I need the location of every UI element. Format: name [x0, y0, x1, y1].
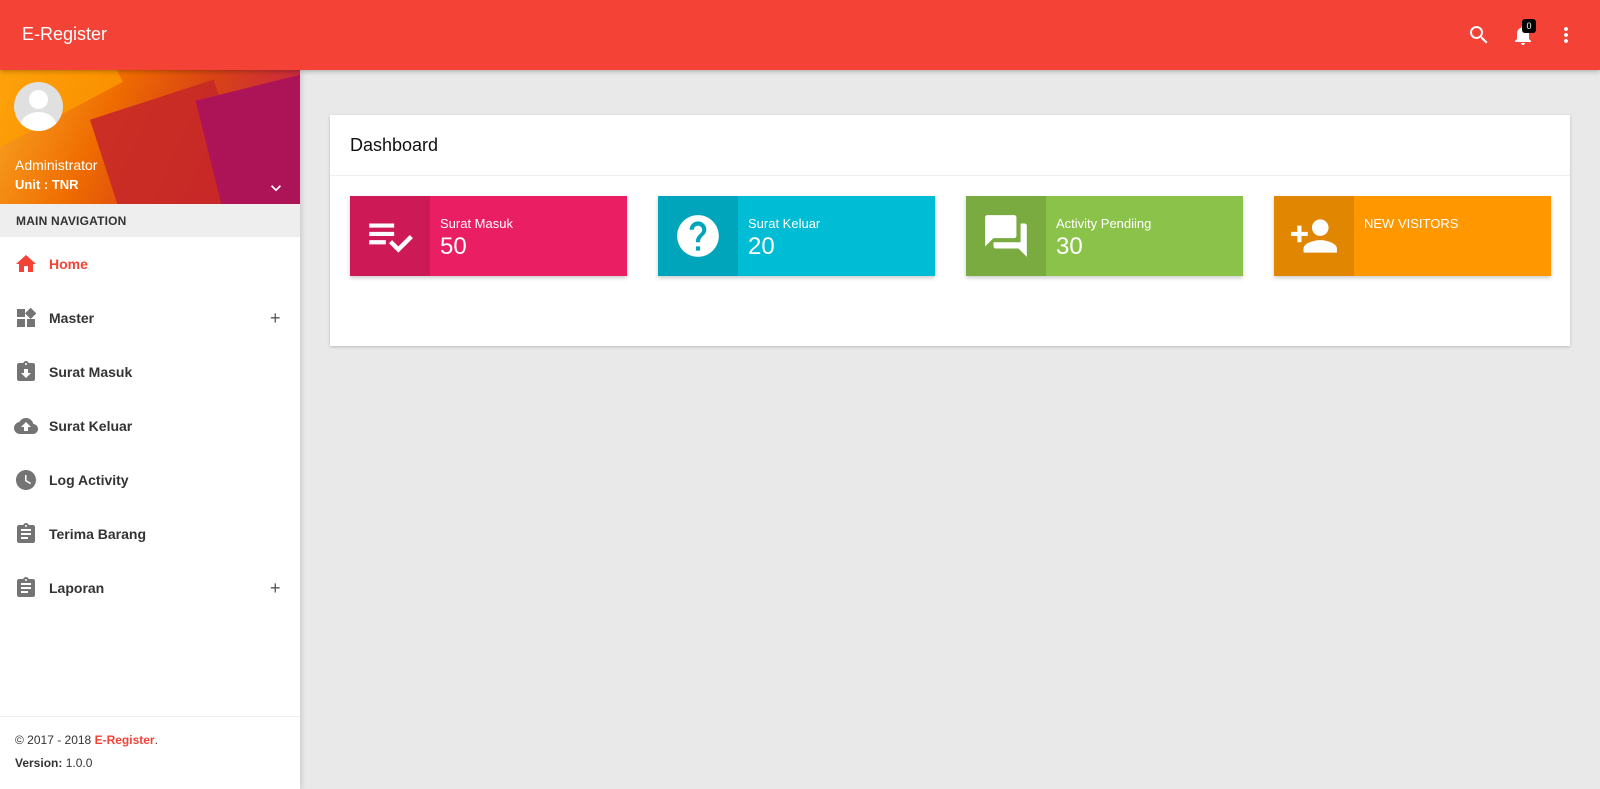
user-info-panel: Administrator Unit : TNR: [0, 70, 300, 204]
sidebar: Administrator Unit : TNR MAIN NAVIGATION…: [0, 70, 300, 789]
expand-plus-icon[interactable]: +: [270, 579, 281, 597]
cloud-upload-icon: [14, 414, 38, 438]
sidebar-footer: © 2017 - 2018 E-Register. Version: 1.0.0: [0, 716, 300, 789]
sidebar-item-label: Laporan: [49, 580, 105, 596]
info-box-label: Activity Pendiing: [1056, 216, 1152, 231]
footer-brand-link[interactable]: E-Register: [95, 733, 155, 747]
top-bar: E-Register 0: [0, 0, 1600, 70]
clipboard-icon: [14, 576, 38, 600]
info-box-number: 30: [1056, 233, 1083, 260]
info-box-number: 50: [440, 233, 467, 260]
home-icon: [14, 252, 38, 276]
user-unit: Unit : TNR: [15, 177, 79, 192]
info-box-new-visitors[interactable]: NEW VISITORS: [1274, 196, 1551, 276]
assignment-returned-icon: [14, 360, 38, 384]
sidebar-item-surat-keluar[interactable]: Surat Keluar: [0, 399, 300, 453]
sidebar-item-surat-masuk[interactable]: Surat Masuk: [0, 345, 300, 399]
sidebar-item-label: Master: [49, 310, 95, 326]
chevron-down-icon[interactable]: [266, 178, 286, 198]
user-name: Administrator: [15, 157, 98, 173]
version: Version: 1.0.0: [15, 756, 93, 770]
sidebar-item-laporan[interactable]: Laporan +: [0, 561, 300, 615]
page-title: Dashboard: [330, 115, 1570, 176]
forum-icon: [966, 196, 1046, 276]
sidebar-item-log-activity[interactable]: Log Activity: [0, 453, 300, 507]
info-box-activity-pending[interactable]: Activity Pendiing 30: [966, 196, 1243, 276]
sidebar-item-label: Surat Masuk: [49, 364, 133, 380]
copyright: © 2017 - 2018 E-Register.: [15, 733, 158, 747]
more-vert-icon[interactable]: [1553, 22, 1579, 48]
clock-icon: [14, 468, 38, 492]
info-box-label: Surat Masuk: [440, 216, 513, 231]
sidebar-item-label: Log Activity: [49, 472, 129, 488]
info-box-number: 20: [748, 233, 775, 260]
widgets-icon: [14, 306, 38, 330]
clipboard-icon: [14, 522, 38, 546]
nav-header: MAIN NAVIGATION: [0, 204, 300, 237]
app-title[interactable]: E-Register: [22, 24, 107, 45]
info-box-surat-masuk[interactable]: Surat Masuk 50: [350, 196, 627, 276]
help-icon: [658, 196, 738, 276]
sidebar-item-terima-barang[interactable]: Terima Barang: [0, 507, 300, 561]
info-box-label: Surat Keluar: [748, 216, 821, 231]
info-box-label: NEW VISITORS: [1364, 216, 1459, 231]
search-icon[interactable]: [1466, 22, 1492, 48]
sidebar-item-master[interactable]: Master +: [0, 291, 300, 345]
playlist-check-icon: [350, 196, 430, 276]
sidebar-item-label: Terima Barang: [49, 526, 146, 542]
expand-plus-icon[interactable]: +: [270, 309, 281, 327]
sidebar-item-label: Home: [49, 256, 88, 272]
avatar[interactable]: [14, 82, 63, 131]
sidebar-item-label: Surat Keluar: [49, 418, 133, 434]
person-add-icon: [1274, 196, 1354, 276]
sidebar-item-home[interactable]: Home: [0, 237, 300, 291]
dashboard-card: Dashboard Surat Masuk 50 Surat Keluar 20…: [330, 115, 1570, 346]
info-box-surat-keluar[interactable]: Surat Keluar 20: [658, 196, 935, 276]
sidebar-menu: Home Master + Surat Masuk Surat Keluar L…: [0, 237, 300, 615]
notification-badge: 0: [1522, 19, 1536, 33]
